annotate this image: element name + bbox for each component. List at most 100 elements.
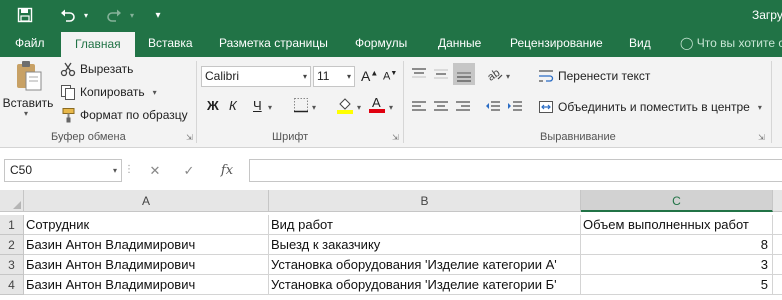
wrap-text-label: Перенести текст bbox=[558, 69, 651, 83]
decrease-indent-icon[interactable] bbox=[485, 100, 501, 117]
format-painter-button[interactable]: Формат по образцу bbox=[60, 107, 188, 123]
lightbulb-icon: ◯ bbox=[680, 36, 694, 50]
tab-file[interactable]: Файл bbox=[15, 30, 45, 57]
undo-dropdown-icon[interactable]: ▾ bbox=[80, 0, 92, 30]
group-separator bbox=[403, 61, 404, 143]
cell-a1[interactable]: Сотрудник bbox=[24, 215, 269, 235]
insert-function-icon[interactable]: fx bbox=[216, 159, 238, 182]
clipboard-icon bbox=[13, 60, 43, 92]
align-right-icon[interactable] bbox=[455, 100, 471, 117]
column-header-b[interactable]: B bbox=[269, 190, 581, 212]
redo-icon[interactable] bbox=[104, 0, 124, 30]
cell-b2[interactable]: Выезд к заказчику bbox=[269, 235, 581, 255]
group-separator bbox=[771, 61, 772, 143]
increase-indent-icon[interactable] bbox=[507, 100, 523, 117]
enter-icon[interactable]: ✓ bbox=[180, 159, 198, 182]
bold-button[interactable]: Ж bbox=[207, 98, 219, 113]
underline-button[interactable]: Ч bbox=[253, 98, 262, 113]
font-size-value: 11 bbox=[317, 69, 330, 83]
row-header[interactable]: 2 bbox=[0, 235, 24, 255]
align-left-icon[interactable] bbox=[411, 100, 427, 117]
font-name-value: Calibri bbox=[205, 69, 240, 83]
tab-home[interactable]: Главная bbox=[61, 32, 135, 57]
font-color-dropdown-icon[interactable]: ▾ bbox=[389, 103, 393, 112]
cell-c1[interactable]: Объем выполненных работ bbox=[581, 215, 773, 235]
cell-a3[interactable]: Базин Антон Владимирович bbox=[24, 255, 269, 275]
tell-me-text: Что вы хотите с bbox=[696, 36, 782, 50]
select-all-button[interactable] bbox=[0, 190, 24, 212]
copy-button[interactable]: Копировать ▾ bbox=[60, 84, 157, 100]
borders-icon[interactable] bbox=[293, 97, 309, 116]
cancel-icon[interactable]: ✕ bbox=[146, 159, 164, 182]
svg-text:ab: ab bbox=[486, 67, 502, 83]
redo-dropdown-icon[interactable]: ▾ bbox=[126, 0, 138, 30]
align-middle-icon[interactable] bbox=[433, 67, 449, 84]
cell-d4[interactable] bbox=[773, 275, 782, 295]
cell-d3[interactable] bbox=[773, 255, 782, 275]
align-bottom-icon[interactable] bbox=[453, 63, 475, 85]
fill-color-icon[interactable] bbox=[337, 96, 353, 117]
name-box[interactable]: C50 ▾ bbox=[4, 159, 122, 182]
decrease-font-size-icon[interactable]: A▼ bbox=[383, 70, 397, 83]
name-box-value: C50 bbox=[10, 163, 33, 177]
row-header[interactable]: 4 bbox=[0, 275, 24, 295]
cell-c2[interactable]: 8 bbox=[581, 235, 773, 255]
font-name-select[interactable]: Calibri ▾ bbox=[201, 66, 311, 87]
cell-c3[interactable]: 3 bbox=[581, 255, 773, 275]
font-size-select[interactable]: 11 ▾ bbox=[313, 66, 355, 87]
fill-color-dropdown-icon[interactable]: ▾ bbox=[357, 103, 361, 112]
paste-dropdown-icon[interactable]: ▾ bbox=[24, 109, 28, 118]
row-header[interactable]: 1 bbox=[0, 215, 24, 235]
align-top-icon[interactable] bbox=[411, 67, 427, 84]
cell-c4[interactable]: 5 bbox=[581, 275, 773, 295]
font-color-icon[interactable]: A bbox=[369, 95, 385, 116]
cut-label: Вырезать bbox=[80, 62, 134, 76]
formula-input[interactable] bbox=[249, 159, 782, 182]
ribbon-tabs: Файл Главная Вставка Разметка страницы Ф… bbox=[0, 30, 782, 57]
document-title: Загру bbox=[752, 8, 782, 22]
cell-b4[interactable]: Установка оборудования 'Изделие категори… bbox=[269, 275, 581, 295]
borders-dropdown-icon[interactable]: ▾ bbox=[312, 103, 316, 112]
italic-button[interactable]: К bbox=[229, 98, 237, 113]
cut-button[interactable]: Вырезать bbox=[60, 61, 133, 77]
scissors-icon bbox=[60, 61, 76, 77]
orientation-dropdown-icon[interactable]: ▾ bbox=[506, 72, 510, 81]
cell-b3[interactable]: Установка оборудования 'Изделие категори… bbox=[269, 255, 581, 275]
tab-view[interactable]: Вид bbox=[629, 30, 651, 57]
cell-a2[interactable]: Базин Антон Владимирович bbox=[24, 235, 269, 255]
wrap-text-button[interactable]: Перенести текст bbox=[538, 68, 650, 84]
tab-formulas[interactable]: Формулы bbox=[355, 30, 407, 57]
column-header-c[interactable]: C bbox=[581, 190, 773, 212]
increase-font-size-icon[interactable]: A▲ bbox=[361, 68, 378, 84]
tell-me-box[interactable]: ◯ Что вы хотите с bbox=[680, 30, 782, 57]
row-header[interactable]: 3 bbox=[0, 255, 24, 275]
column-header-a[interactable]: A bbox=[24, 190, 269, 212]
cell-b1[interactable]: Вид работ bbox=[269, 215, 581, 235]
copy-dropdown-icon[interactable]: ▾ bbox=[153, 88, 157, 97]
formula-bar: C50 ▾ ⋮ ✕ ✓ fx bbox=[0, 148, 782, 190]
tab-page-layout[interactable]: Разметка страницы bbox=[219, 30, 328, 57]
merge-center-button[interactable]: Объединить и поместить в центре ▾ bbox=[538, 99, 762, 115]
undo-icon[interactable] bbox=[58, 0, 78, 30]
merge-center-label: Объединить и поместить в центре bbox=[558, 100, 750, 114]
font-launcher-icon[interactable]: ⇲ bbox=[392, 133, 399, 142]
formula-bar-splitter[interactable]: ⋮ bbox=[124, 159, 134, 182]
merge-dropdown-icon[interactable]: ▾ bbox=[758, 103, 762, 112]
cell-d1[interactable] bbox=[773, 215, 782, 235]
cell-a4[interactable]: Базин Антон Владимирович bbox=[24, 275, 269, 295]
name-box-dropdown-icon[interactable]: ▾ bbox=[113, 160, 117, 181]
cell-d2[interactable] bbox=[773, 235, 782, 255]
column-header-d[interactable] bbox=[773, 190, 782, 212]
clipboard-launcher-icon[interactable]: ⇲ bbox=[186, 133, 193, 142]
tab-insert[interactable]: Вставка bbox=[148, 30, 193, 57]
underline-dropdown-icon[interactable]: ▾ bbox=[268, 103, 272, 112]
group-separator bbox=[196, 61, 197, 143]
orientation-icon[interactable]: ab bbox=[485, 65, 504, 86]
save-icon[interactable] bbox=[14, 0, 36, 30]
align-center-icon[interactable] bbox=[433, 100, 449, 117]
copy-icon bbox=[60, 84, 76, 100]
alignment-launcher-icon[interactable]: ⇲ bbox=[758, 133, 765, 142]
customize-toolbar-icon[interactable]: ▾ bbox=[150, 0, 166, 30]
tab-review[interactable]: Рецензирование bbox=[510, 30, 603, 57]
tab-data[interactable]: Данные bbox=[438, 30, 481, 57]
